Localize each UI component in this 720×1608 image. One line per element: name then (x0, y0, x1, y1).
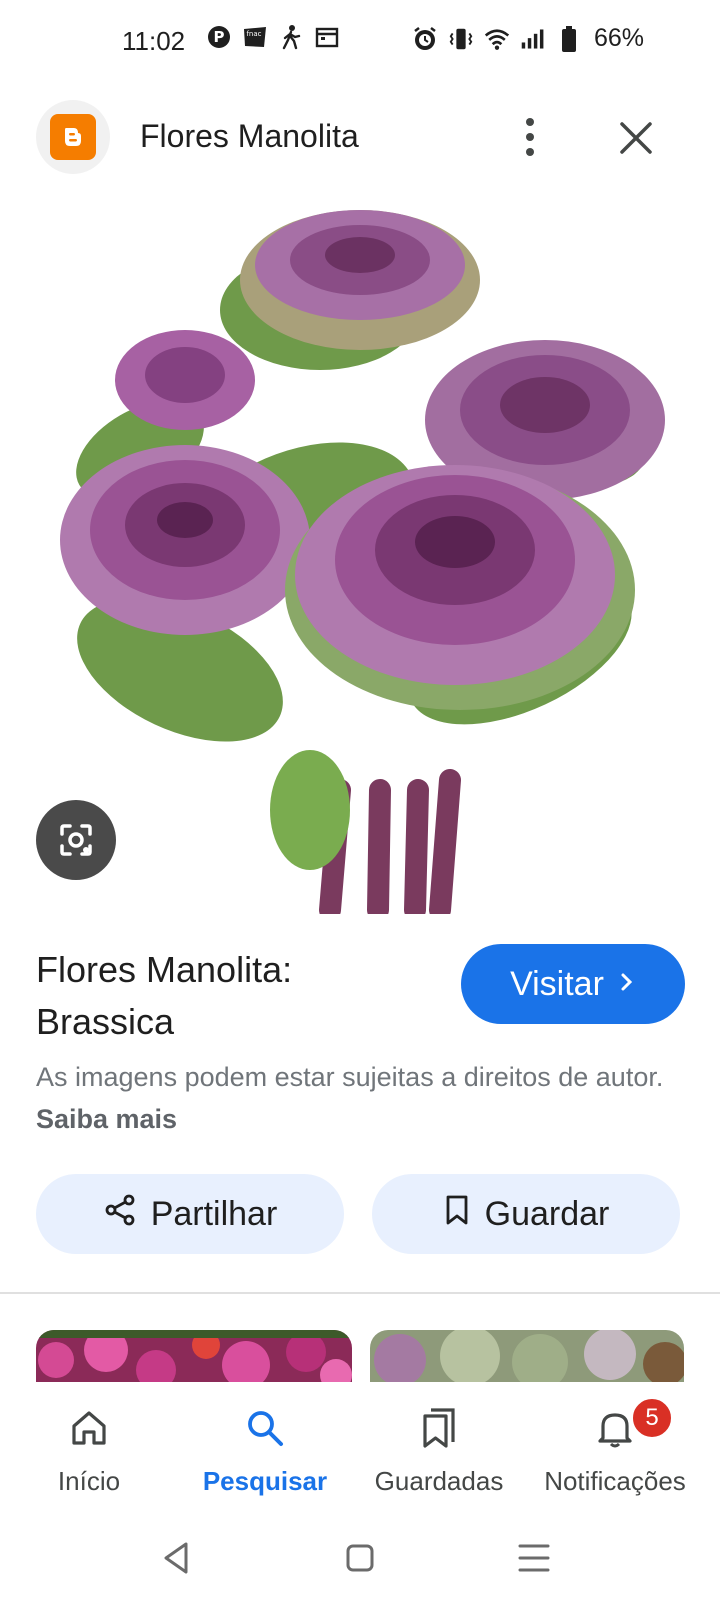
home-icon (72, 1411, 106, 1445)
system-navigation-bar (0, 1510, 720, 1608)
svg-text:P: P (214, 28, 225, 46)
nav-notifications[interactable]: 5 Notificações (530, 1382, 700, 1500)
divider (0, 1292, 720, 1294)
share-button[interactable]: Partilhar (36, 1174, 344, 1254)
share-label: Partilhar (150, 1194, 278, 1233)
related-image[interactable] (36, 1330, 352, 1382)
svg-text:fnac: fnac (246, 30, 261, 38)
visit-button-label: Visitar (510, 964, 604, 1003)
nav-search-label: Pesquisar (202, 1466, 328, 1496)
battery-icon (556, 25, 582, 52)
share-icon (103, 1193, 137, 1236)
copyright-notice: As imagens podem estar sujeitas a direit… (36, 1062, 664, 1134)
wifi-icon (484, 26, 510, 52)
save-button[interactable]: Guardar (372, 1174, 680, 1254)
search-icon (248, 1411, 283, 1446)
status-bar: 11:02 P fnac 66% (0, 0, 720, 82)
more-options-icon[interactable] (510, 112, 550, 162)
nav-search[interactable]: Pesquisar (180, 1382, 350, 1500)
nav-saved[interactable]: Guardadas (354, 1382, 524, 1500)
home-button-icon[interactable] (338, 1536, 382, 1580)
result-header: Flores Manolita (0, 96, 720, 180)
result-title: Flores Manolita: Brassica (36, 949, 293, 1042)
signal-icon (520, 26, 546, 52)
bookmarks-icon (423, 1408, 455, 1448)
nav-notifications-label: Notificações (544, 1466, 686, 1496)
visit-button[interactable]: Visitar (461, 944, 685, 1024)
site-title[interactable]: Flores Manolita (140, 118, 359, 155)
pinterest-icon: P (206, 24, 232, 50)
save-label: Guardar (484, 1194, 610, 1233)
blogger-icon[interactable] (36, 100, 110, 174)
bookmark-icon (443, 1194, 471, 1235)
chevron-right-icon (618, 965, 636, 1004)
back-icon[interactable] (156, 1536, 200, 1580)
status-time: 11:02 (122, 26, 186, 56)
recents-icon[interactable] (512, 1536, 556, 1580)
google-lens-icon[interactable] (36, 800, 116, 880)
learn-more-link[interactable]: Saiba mais (36, 1104, 177, 1134)
nav-home[interactable]: Início (4, 1382, 174, 1500)
fnac-icon: fnac (242, 24, 268, 50)
result-image[interactable] (0, 190, 720, 914)
bottom-navigation: Início Pesquisar Guardadas 5 Notificaçõe… (0, 1382, 720, 1500)
alarm-icon (412, 26, 438, 52)
notification-badge: 5 (630, 1396, 674, 1440)
nav-saved-label: Guardadas (374, 1466, 504, 1496)
related-image[interactable] (370, 1330, 684, 1382)
close-icon[interactable] (614, 116, 658, 160)
vibrate-icon (448, 26, 474, 52)
battery-level: 66% (594, 24, 645, 52)
calendar-icon (314, 24, 340, 50)
walk-icon (278, 24, 304, 50)
nav-home-label: Início (57, 1466, 121, 1496)
